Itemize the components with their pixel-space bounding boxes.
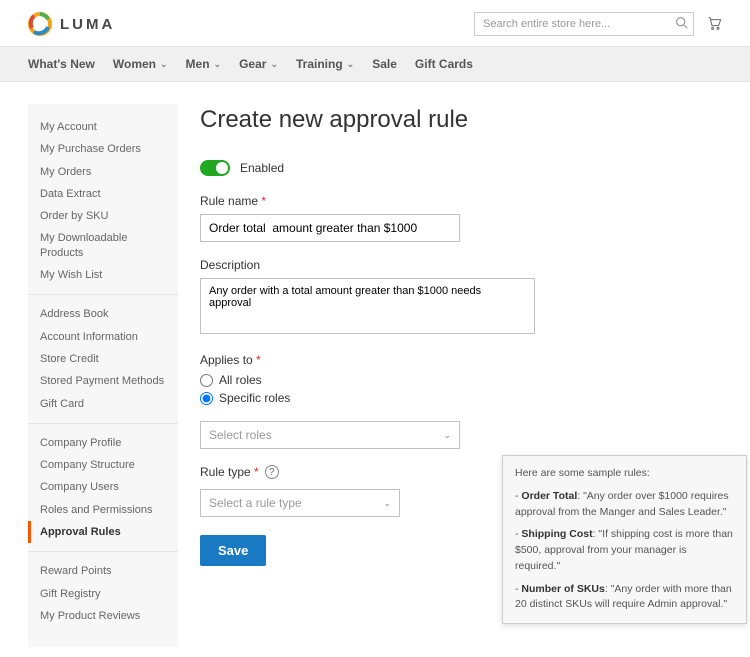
chevron-down-icon: ⌄ [270,59,278,70]
nav-item-gift-cards[interactable]: Gift Cards [415,47,473,81]
account-sidebar: My AccountMy Purchase OrdersMy OrdersDat… [28,104,178,647]
sidebar-item-approval-rules[interactable]: Approval Rules [28,521,178,543]
help-icon[interactable]: ? [265,465,279,479]
logo-text: LUMA [60,16,115,33]
sidebar-item-my-account[interactable]: My Account [28,116,178,138]
select-roles-dropdown[interactable]: Select roles ⌄ [200,421,460,449]
chevron-down-icon: ⌄ [214,59,222,70]
nav-item-gear[interactable]: Gear⌄ [239,47,278,81]
chevron-down-icon: ⌄ [347,59,355,70]
sidebar-item-company-structure[interactable]: Company Structure [28,454,178,476]
tooltip-r1-label: Order Total [521,490,577,502]
save-button[interactable]: Save [200,535,266,566]
applies-all-label: All roles [219,373,262,387]
tooltip-r2-label: Shipping Cost [521,528,592,540]
rule-type-label: Rule type [200,465,259,479]
tooltip-intro: Here are some sample rules: [515,466,734,482]
sidebar-item-store-credit[interactable]: Store Credit [28,348,178,370]
sidebar-item-data-extract[interactable]: Data Extract [28,183,178,205]
select-roles-placeholder: Select roles [209,428,272,442]
sidebar-item-my-downloadable-products[interactable]: My Downloadable Products [28,227,178,264]
enabled-toggle[interactable] [200,160,230,176]
search-input[interactable] [474,12,694,36]
sidebar-item-roles-and-permissions[interactable]: Roles and Permissions [28,499,178,521]
page-title: Create new approval rule [200,106,722,134]
nav-item-women[interactable]: Women⌄ [113,47,168,81]
chevron-down-icon: ⌄ [160,59,168,70]
sidebar-item-my-purchase-orders[interactable]: My Purchase Orders [28,138,178,160]
sidebar-item-reward-points[interactable]: Reward Points [28,560,178,582]
chevron-down-icon: ⌄ [443,430,451,441]
header: LUMA [0,0,750,46]
sidebar-item-company-profile[interactable]: Company Profile [28,432,178,454]
applies-all-radio[interactable] [200,374,213,387]
sidebar-item-stored-payment-methods[interactable]: Stored Payment Methods [28,370,178,392]
rule-type-placeholder: Select a rule type [209,496,302,510]
search-wrap [474,12,694,36]
sidebar-item-account-information[interactable]: Account Information [28,326,178,348]
nav-item-sale[interactable]: Sale [372,47,397,81]
applies-to-label: Applies to [200,353,722,367]
rule-type-dropdown[interactable]: Select a rule type ⌄ [200,489,400,517]
main-content: Create new approval rule Enabled Rule na… [200,104,722,647]
sidebar-item-company-users[interactable]: Company Users [28,476,178,498]
sidebar-item-address-book[interactable]: Address Book [28,303,178,325]
chevron-down-icon: ⌄ [383,498,391,509]
sidebar-item-gift-registry[interactable]: Gift Registry [28,583,178,605]
cart-icon[interactable] [706,15,722,34]
sidebar-item-my-product-reviews[interactable]: My Product Reviews [28,605,178,627]
applies-specific-label: Specific roles [219,391,290,405]
description-label: Description [200,258,722,272]
description-input[interactable] [200,278,535,334]
rule-name-input[interactable] [200,214,460,242]
logo-icon [28,12,52,36]
sidebar-item-my-wish-list[interactable]: My Wish List [28,264,178,286]
applies-specific-radio[interactable] [200,392,213,405]
tooltip-r3-label: Number of SKUs [521,583,604,595]
nav-item-training[interactable]: Training⌄ [296,47,354,81]
sidebar-item-my-orders[interactable]: My Orders [28,161,178,183]
rule-type-tooltip: Here are some sample rules: - Order Tota… [502,455,747,624]
main-nav: What's New Women⌄ Men⌄ Gear⌄ Training⌄ Sale Gi… [0,46,750,82]
nav-item-men[interactable]: Men⌄ [186,47,222,81]
nav-item-what-s-new[interactable]: What's New [28,47,95,81]
logo[interactable]: LUMA [28,12,115,36]
rule-name-label: Rule name [200,194,722,208]
enabled-label: Enabled [240,161,284,175]
sidebar-item-gift-card[interactable]: Gift Card [28,393,178,415]
sidebar-item-order-by-sku[interactable]: Order by SKU [28,205,178,227]
